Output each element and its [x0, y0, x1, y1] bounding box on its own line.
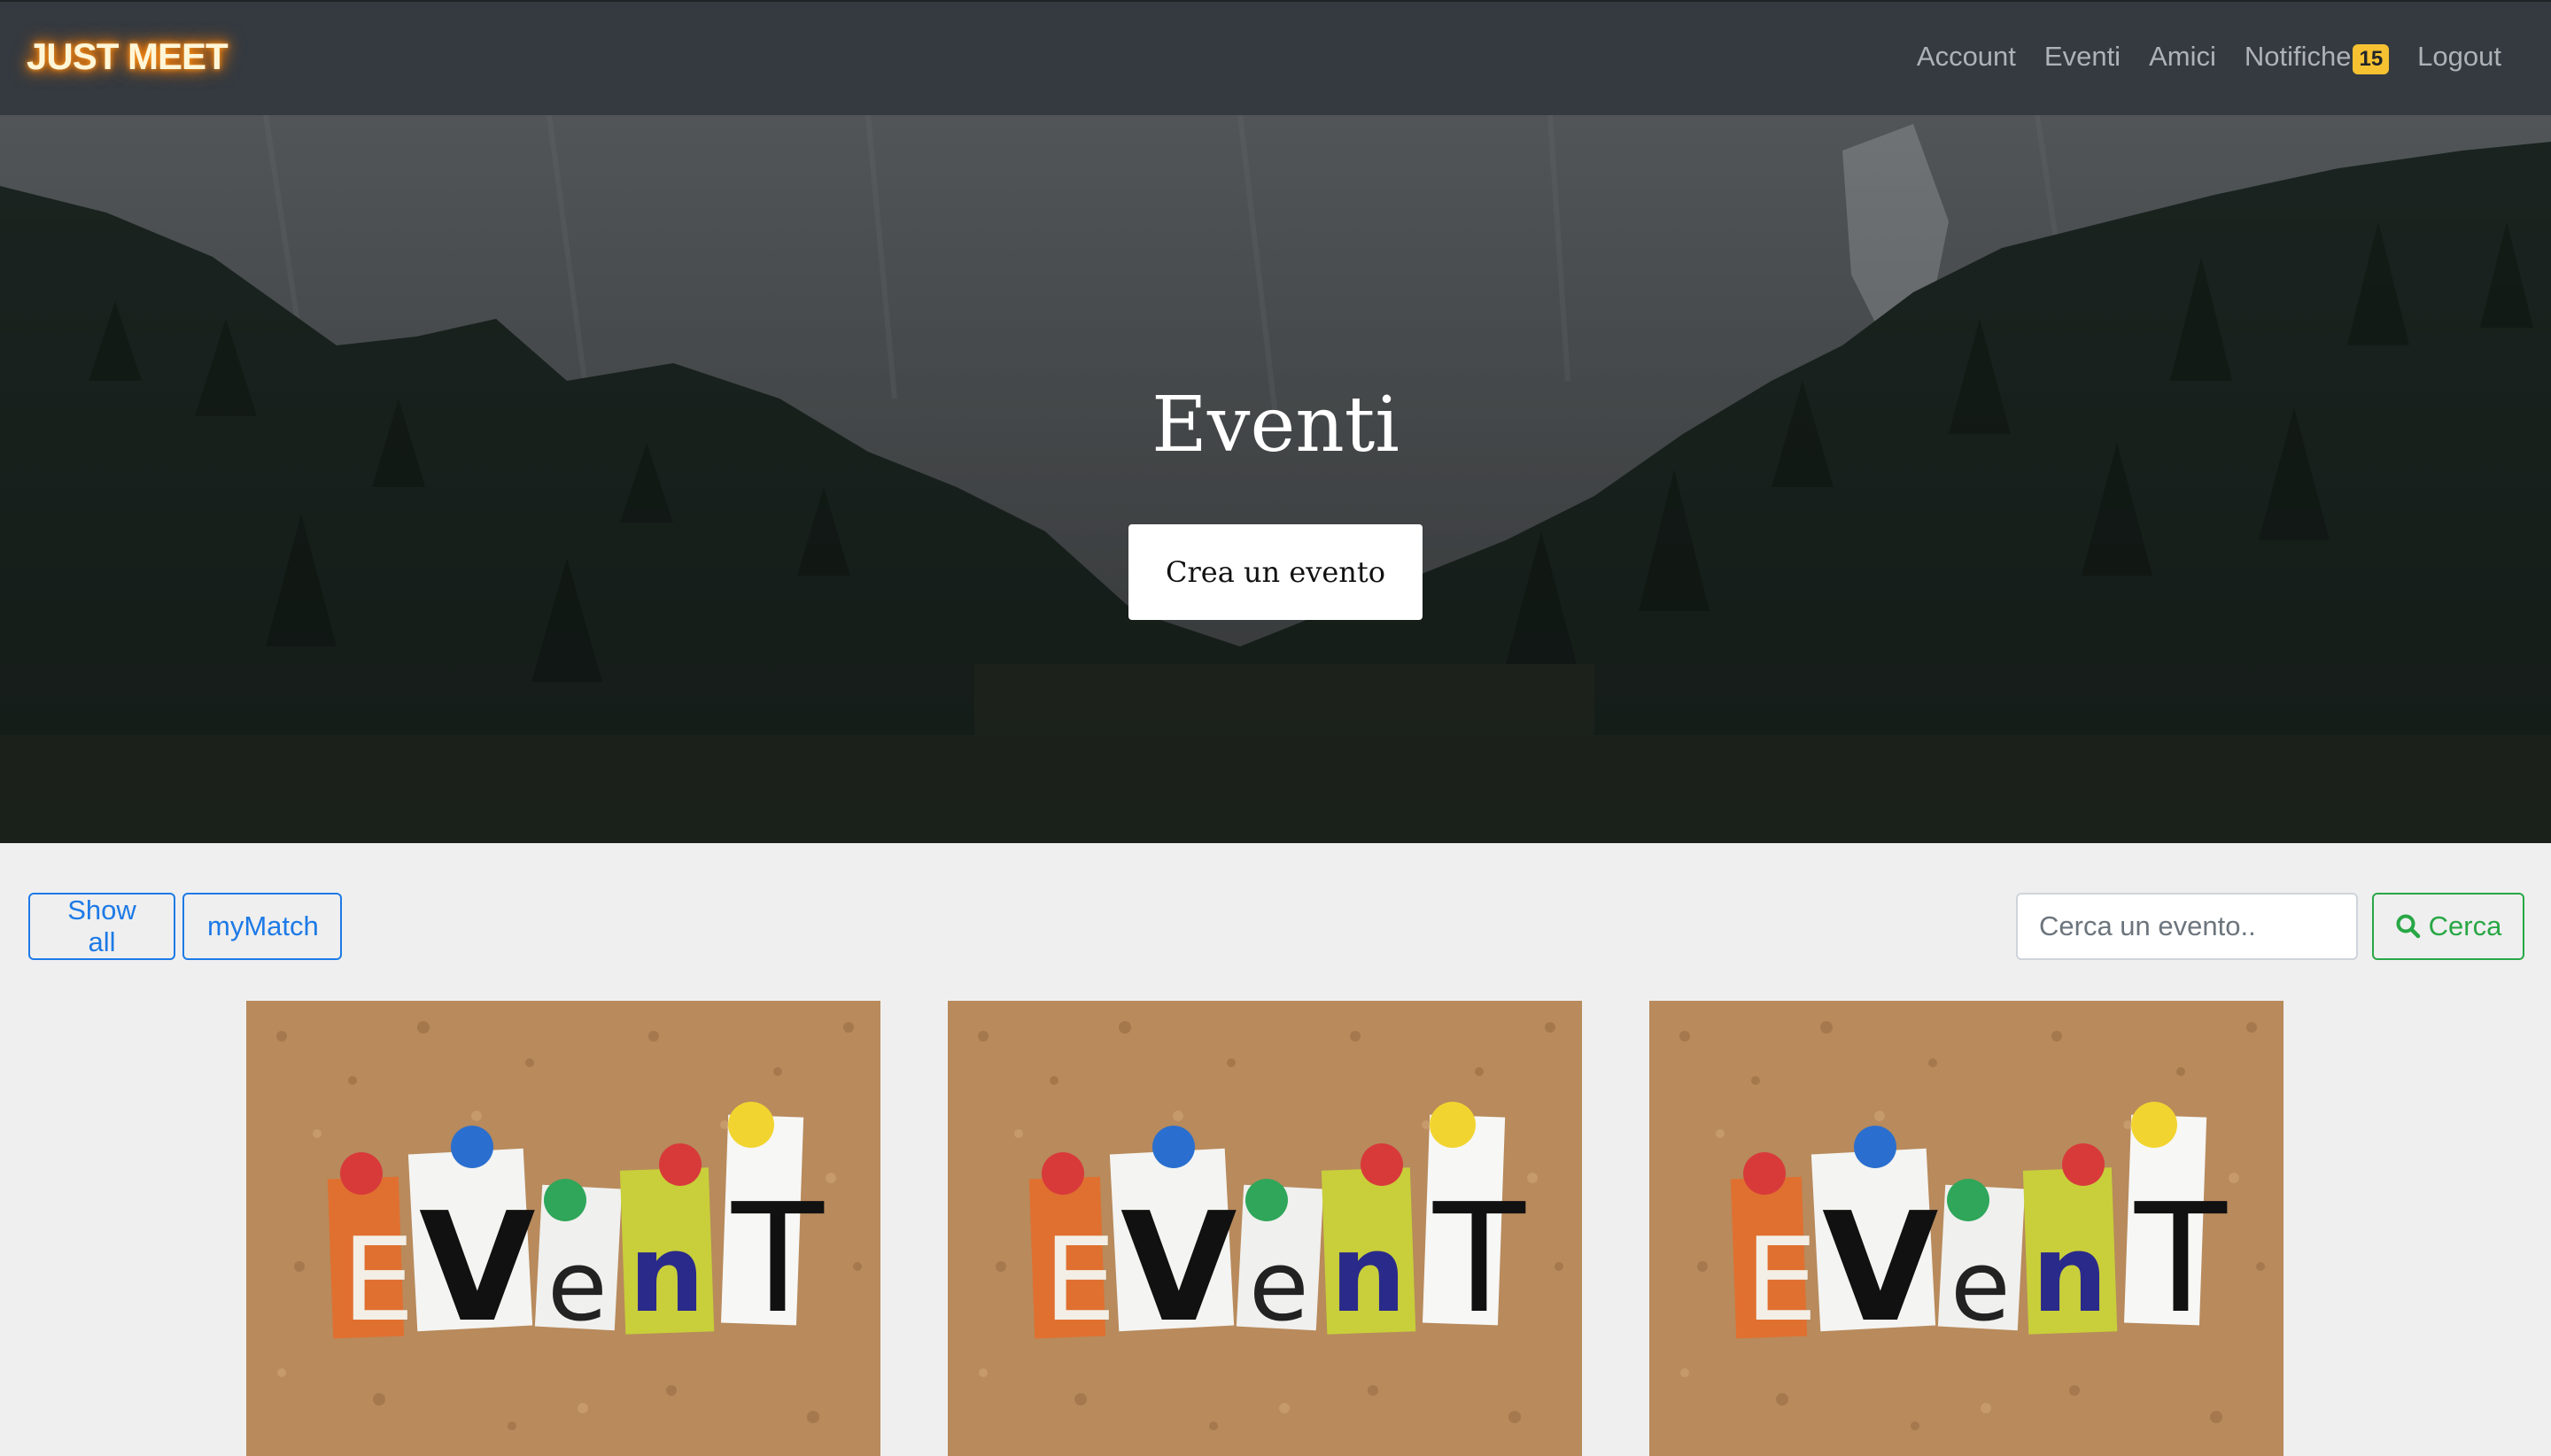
event-card-image: E V e n T [948, 1001, 1582, 1456]
brand-logo[interactable]: JUST MEET [27, 35, 229, 78]
search-event-input[interactable] [2016, 893, 2358, 960]
notification-count-badge: 15 [2353, 44, 2390, 74]
svg-text:E: E [1043, 1212, 1116, 1347]
event-card-image: E V e n T [246, 1001, 880, 1456]
nav-link-logout[interactable]: Logout [2417, 41, 2501, 73]
event-card[interactable]: E V e n T [246, 1001, 880, 1456]
nav-link-eventi[interactable]: Eventi [2044, 41, 2121, 73]
svg-text:e: e [1950, 1229, 2011, 1343]
event-card[interactable]: E V e n T [948, 1001, 1582, 1456]
event-card[interactable]: E V e n T [1649, 1001, 2283, 1456]
hero-banner: Eventi Crea un evento [0, 115, 2551, 843]
search-icon [2396, 914, 2420, 939]
svg-text:n: n [2032, 1213, 2107, 1336]
svg-text:T: T [1432, 1172, 1526, 1347]
search-button-label: Cerca [2428, 910, 2502, 941]
nav-link-amici[interactable]: Amici [2149, 41, 2216, 73]
svg-text:e: e [1249, 1229, 1309, 1343]
event-card-image: E V e n T [1649, 1001, 2283, 1456]
svg-text:e: e [547, 1229, 608, 1343]
nav-link-notifiche-label: Notifiche [2244, 41, 2352, 72]
hero-background-image [0, 115, 2551, 843]
hero-title: Eventi [1151, 381, 1400, 469]
svg-text:T: T [2134, 1172, 2228, 1347]
create-event-button[interactable]: Crea un evento [1128, 524, 1423, 620]
show-all-button[interactable]: Show all [28, 893, 175, 960]
svg-text:E: E [342, 1212, 415, 1347]
svg-text:n: n [629, 1213, 704, 1336]
navbar: JUST MEET Account Eventi Amici Notifiche… [0, 0, 2551, 115]
svg-text:n: n [1330, 1213, 1406, 1336]
nav-links: Account Eventi Amici Notifiche 15 Logout [1917, 39, 2501, 74]
svg-text:V: V [1822, 1181, 1939, 1356]
svg-text:T: T [731, 1172, 825, 1347]
svg-text:V: V [419, 1181, 536, 1356]
nav-link-notifiche[interactable]: Notifiche 15 [2244, 39, 2390, 74]
search-button[interactable]: Cerca [2372, 893, 2524, 960]
mymatch-button[interactable]: myMatch [182, 893, 342, 960]
nav-link-account[interactable]: Account [1917, 41, 2016, 73]
svg-text:V: V [1120, 1181, 1237, 1356]
svg-text:E: E [1745, 1212, 1818, 1347]
